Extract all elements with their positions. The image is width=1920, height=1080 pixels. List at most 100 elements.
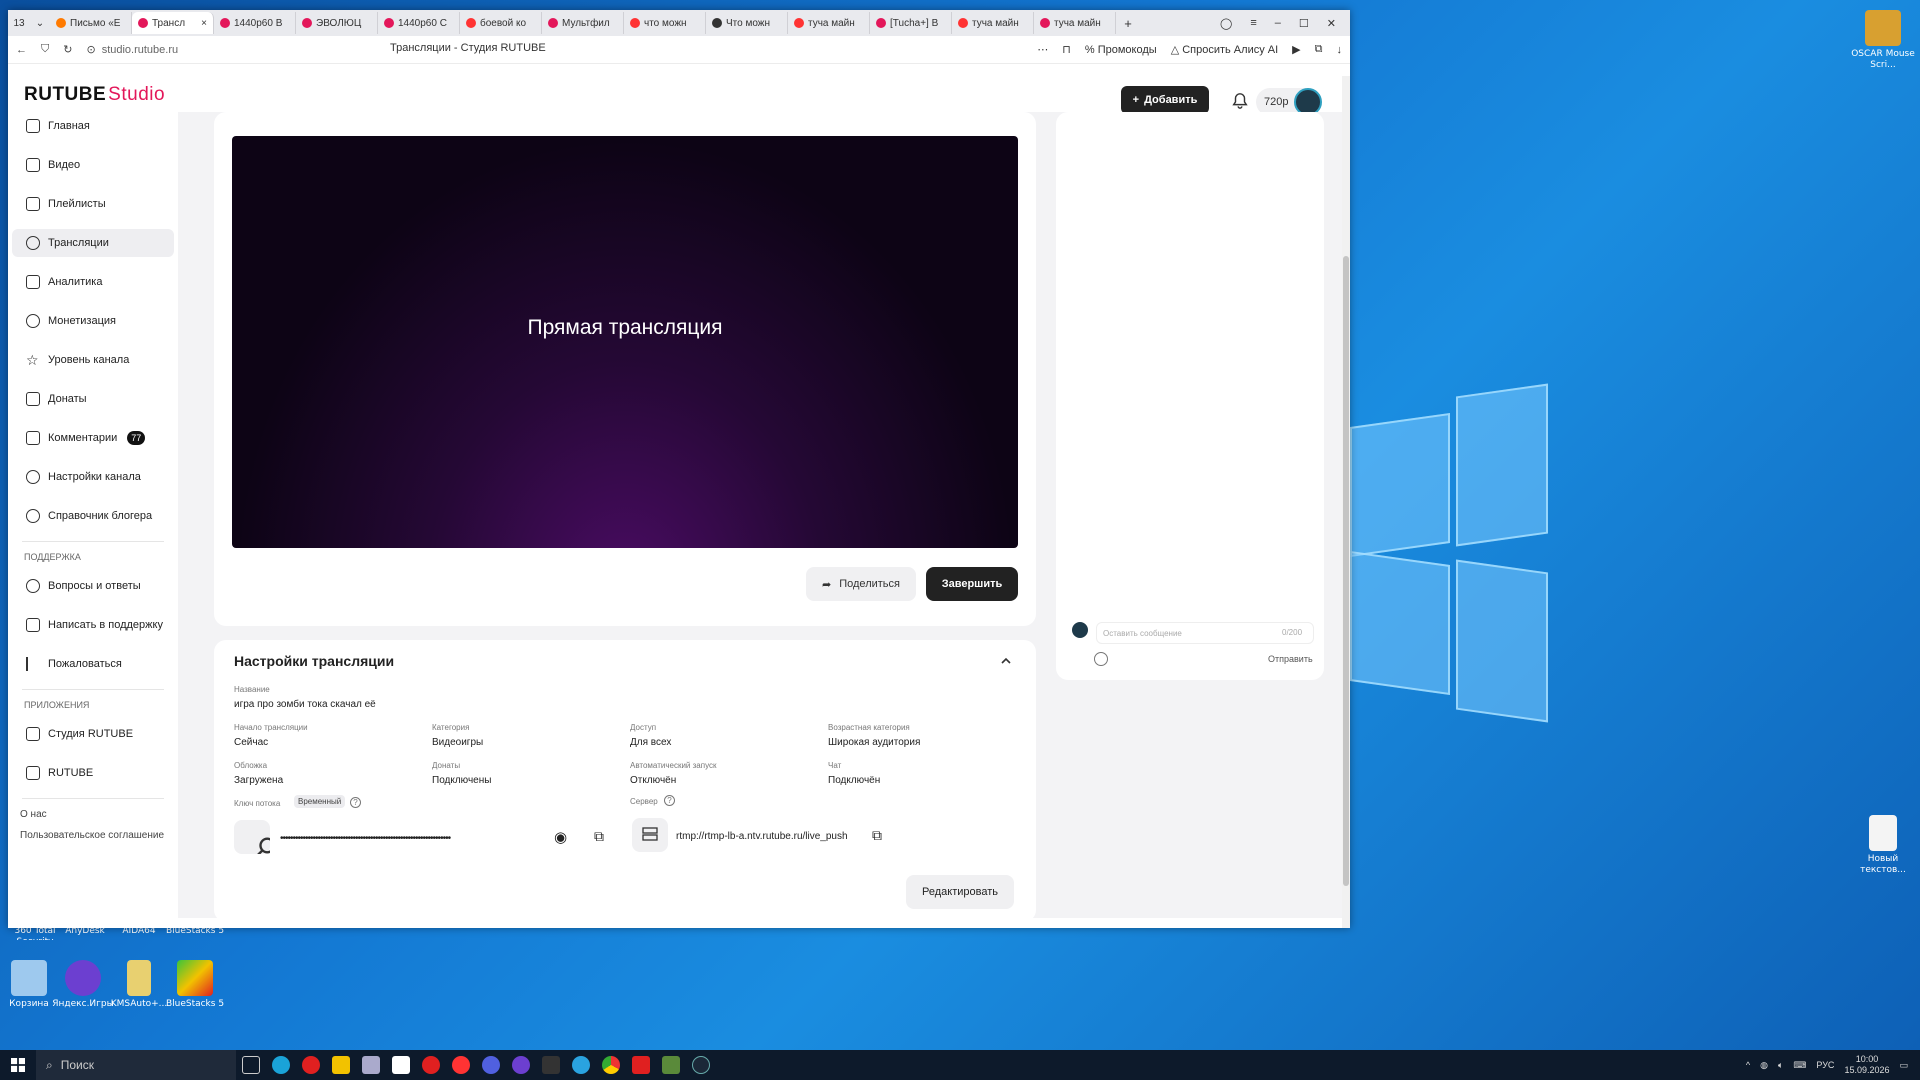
browser-tab[interactable]: 1440p60 B	[214, 12, 296, 34]
copy-icon[interactable]: ⧉	[872, 827, 882, 844]
help-icon[interactable]: ?	[350, 797, 361, 808]
clock[interactable]: 10:00 15.09.2026	[1844, 1054, 1889, 1076]
launcher-icon[interactable]	[536, 1050, 566, 1080]
sidebar-item-write-support[interactable]: Написать в поддержку	[12, 611, 174, 639]
minimize-icon[interactable]: –	[1275, 17, 1281, 30]
share-button[interactable]: ➦ Поделиться	[806, 567, 916, 601]
new-tab-icon[interactable]: +	[1116, 16, 1140, 31]
telegram-icon[interactable]	[566, 1050, 596, 1080]
sidebar-item-monetization[interactable]: Монетизация	[12, 307, 174, 335]
promo-button[interactable]: % Промокоды	[1085, 44, 1157, 56]
sidebar-item-studio-app[interactable]: Студия RUTUBE	[12, 720, 174, 748]
shield-icon[interactable]: ⛉	[41, 43, 49, 56]
desktop-icon-bluestacks[interactable]: BlueStacks 5	[160, 960, 230, 1010]
task-view-icon[interactable]	[236, 1050, 266, 1080]
alice-button[interactable]: △ Спросить Алису AI	[1171, 43, 1278, 56]
reload-icon[interactable]: ↻	[63, 43, 72, 56]
bell-icon[interactable]	[1231, 92, 1249, 110]
agreement-link[interactable]: Пользовательское соглашение	[8, 830, 178, 841]
sidebar-item-video[interactable]: Видео	[12, 151, 174, 179]
gamepad-icon[interactable]	[506, 1050, 536, 1080]
page-scrollbar[interactable]	[1342, 76, 1350, 928]
bookmark-icon[interactable]: ⊓	[1062, 43, 1071, 56]
back-icon[interactable]: ←	[16, 44, 27, 56]
notification-icon[interactable]: ▭	[1899, 1060, 1908, 1071]
browser-tab-active[interactable]: Трансл ×	[132, 12, 214, 34]
chevron-down-icon[interactable]: ⌄	[30, 18, 50, 29]
steam-icon[interactable]	[686, 1050, 716, 1080]
tab-favicon-icon	[220, 18, 230, 28]
sidebar-item-playlists[interactable]: Плейлисты	[12, 190, 174, 218]
stream-preview[interactable]: Прямая трансляция	[232, 136, 1018, 548]
sidebar-item-comments[interactable]: Комментарии 77	[12, 424, 174, 452]
browser-tab[interactable]: 1440p60 C	[378, 12, 460, 34]
windows-start-icon[interactable]	[0, 1050, 36, 1080]
menu-icon[interactable]: ≡	[1250, 17, 1256, 30]
scrollbar-thumb[interactable]	[1343, 256, 1349, 886]
tab-count[interactable]: 13	[8, 18, 30, 29]
sidebar-item-rutube-app[interactable]: RUTUBE	[12, 759, 174, 787]
browser-tab[interactable]: туча майн	[952, 12, 1034, 34]
sidebar-item-streams[interactable]: Трансляции	[12, 229, 174, 257]
chevron-up-icon[interactable]	[1000, 655, 1012, 667]
more-icon[interactable]: ⋯	[1037, 43, 1048, 56]
edit-button[interactable]: Редактировать	[906, 875, 1014, 909]
about-link[interactable]: О нас	[8, 809, 178, 820]
language-indicator[interactable]: РУС	[1816, 1060, 1834, 1070]
desktop-icon-bluestacks-top[interactable]: BlueStacks 5	[160, 926, 230, 940]
download-icon[interactable]: ↓	[1337, 44, 1343, 56]
extensions-icon[interactable]: ⧉	[1315, 43, 1323, 56]
desktop-icon-oscar[interactable]: OSCAR Mouse Scri...	[1848, 10, 1918, 71]
url-field[interactable]: studio.rutube.ru	[102, 44, 178, 56]
add-button[interactable]: + Добавить	[1121, 86, 1209, 114]
chrome-icon[interactable]	[596, 1050, 626, 1080]
yandex-icon[interactable]	[296, 1050, 326, 1080]
rutube-studio-logo[interactable]: RUTUBE Studio	[24, 84, 165, 106]
sidebar-item-handbook[interactable]: Справочник блогера	[12, 502, 174, 530]
keyboard-icon[interactable]: ⌨	[1793, 1060, 1806, 1071]
antivirus-icon[interactable]	[416, 1050, 446, 1080]
explorer-icon[interactable]	[326, 1050, 356, 1080]
desktop-icon-textfile[interactable]: Новый текстов...	[1848, 815, 1918, 876]
epic-icon[interactable]	[386, 1050, 416, 1080]
help-icon[interactable]: ?	[664, 795, 675, 806]
browser-tab[interactable]: туча майн	[1034, 12, 1116, 34]
chat-send-button[interactable]: Отправить	[1268, 654, 1313, 664]
maximize-icon[interactable]: ☐	[1299, 17, 1309, 30]
browser-tab[interactable]: что можн	[624, 12, 706, 34]
mail-icon[interactable]	[356, 1050, 386, 1080]
sidebar-item-faq[interactable]: Вопросы и ответы	[12, 572, 174, 600]
close-window-icon[interactable]: ✕	[1327, 17, 1336, 30]
volume-icon[interactable]: 🔈︎	[1778, 1060, 1783, 1071]
network-icon[interactable]: ◍	[1760, 1060, 1768, 1071]
browser-tab[interactable]: боевой ко	[460, 12, 542, 34]
profile-icon[interactable]: ◯	[1220, 17, 1232, 30]
sidebar-item-donations[interactable]: Донаты	[12, 385, 174, 413]
edge-icon[interactable]	[266, 1050, 296, 1080]
emoji-icon[interactable]	[1094, 652, 1108, 666]
browser-tab[interactable]: Мультфил	[542, 12, 624, 34]
copy-icon[interactable]: ⧉	[594, 828, 604, 845]
end-stream-button[interactable]: Завершить	[926, 567, 1018, 601]
media-icon[interactable]: ▶	[1292, 43, 1300, 56]
yandex-y-icon[interactable]	[626, 1050, 656, 1080]
server-value: rtmp://rtmp-lb-a.ntv.rutube.ru/live_push	[676, 831, 848, 842]
yandex-music-icon[interactable]	[476, 1050, 506, 1080]
chevron-up-icon[interactable]: ^	[1746, 1060, 1750, 1070]
sidebar-item-report[interactable]: Пожаловаться	[12, 650, 174, 678]
sidebar-item-channel-settings[interactable]: Настройки канала	[12, 463, 174, 491]
sidebar-item-label: Пожаловаться	[48, 658, 122, 670]
browser-tab[interactable]: Письмо «E	[50, 12, 132, 34]
browser-tab[interactable]: туча майн	[788, 12, 870, 34]
browser-tab[interactable]: [Tucha+] B	[870, 12, 952, 34]
sidebar-item-home[interactable]: Главная	[12, 112, 174, 140]
browser-tab[interactable]: ЭВОЛЮЦ	[296, 12, 378, 34]
yandex-browser-icon[interactable]	[446, 1050, 476, 1080]
browser-tab[interactable]: Что можн	[706, 12, 788, 34]
close-icon[interactable]: ×	[201, 18, 207, 29]
sidebar-item-analytics[interactable]: Аналитика	[12, 268, 174, 296]
eye-icon[interactable]: ◉	[554, 828, 567, 846]
minecraft-icon[interactable]	[656, 1050, 686, 1080]
sidebar-item-channel-level[interactable]: ☆ Уровень канала	[12, 346, 174, 374]
taskbar-search[interactable]: ⌕ Поиск	[36, 1050, 236, 1080]
